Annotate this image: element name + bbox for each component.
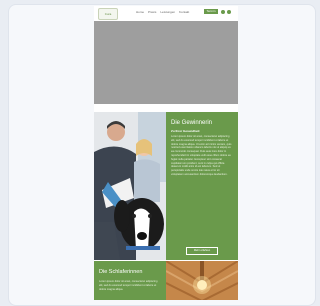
more-info-button[interactable]: Mehr erfahren: [186, 247, 218, 255]
second-text-panel: Die Schlaferinnen Lorem ipsum dolor sit …: [94, 261, 166, 300]
family-with-dog-photo: [94, 112, 166, 260]
facebook-icon[interactable]: [221, 10, 225, 14]
site-logo[interactable]: Cura: [98, 8, 118, 20]
about-title: Die Gewinnerin: [171, 120, 213, 126]
about-section: Die Gewinnerin Zu Ihrer Gesundheit Lorem…: [94, 112, 238, 260]
menu-item-home[interactable]: Home: [136, 10, 144, 14]
about-body-text: Lorem ipsum dolor sit amet, consectetur …: [171, 135, 232, 176]
top-navigation: Cura Home Praxis Leistungen Kontakt Term…: [94, 6, 238, 20]
menu-item-kontakt[interactable]: Kontakt: [179, 10, 189, 14]
hero-image-placeholder: [94, 21, 238, 104]
instagram-icon[interactable]: [227, 10, 231, 14]
second-body-text: Lorem ipsum dolor sit amet, consectetur …: [99, 280, 158, 291]
menu-item-praxis[interactable]: Praxis: [148, 10, 156, 14]
second-title: Die Schlaferinnen: [99, 269, 143, 275]
website-preview: Cura Home Praxis Leistungen Kontakt Term…: [94, 6, 238, 300]
wooden-room-photo: [166, 261, 238, 300]
about-subtitle: Zu Ihrer Gesundheit: [171, 129, 200, 133]
main-menu: Home Praxis Leistungen Kontakt: [136, 10, 189, 14]
wooden-ceiling-illustration: [166, 261, 238, 300]
menu-item-leistungen[interactable]: Leistungen: [160, 10, 175, 14]
family-with-dog-illustration: [94, 112, 166, 260]
appointment-button[interactable]: Termin: [204, 9, 218, 14]
about-text-panel: Die Gewinnerin Zu Ihrer Gesundheit Lorem…: [166, 112, 238, 260]
second-section: Die Schlaferinnen Lorem ipsum dolor sit …: [94, 261, 238, 300]
